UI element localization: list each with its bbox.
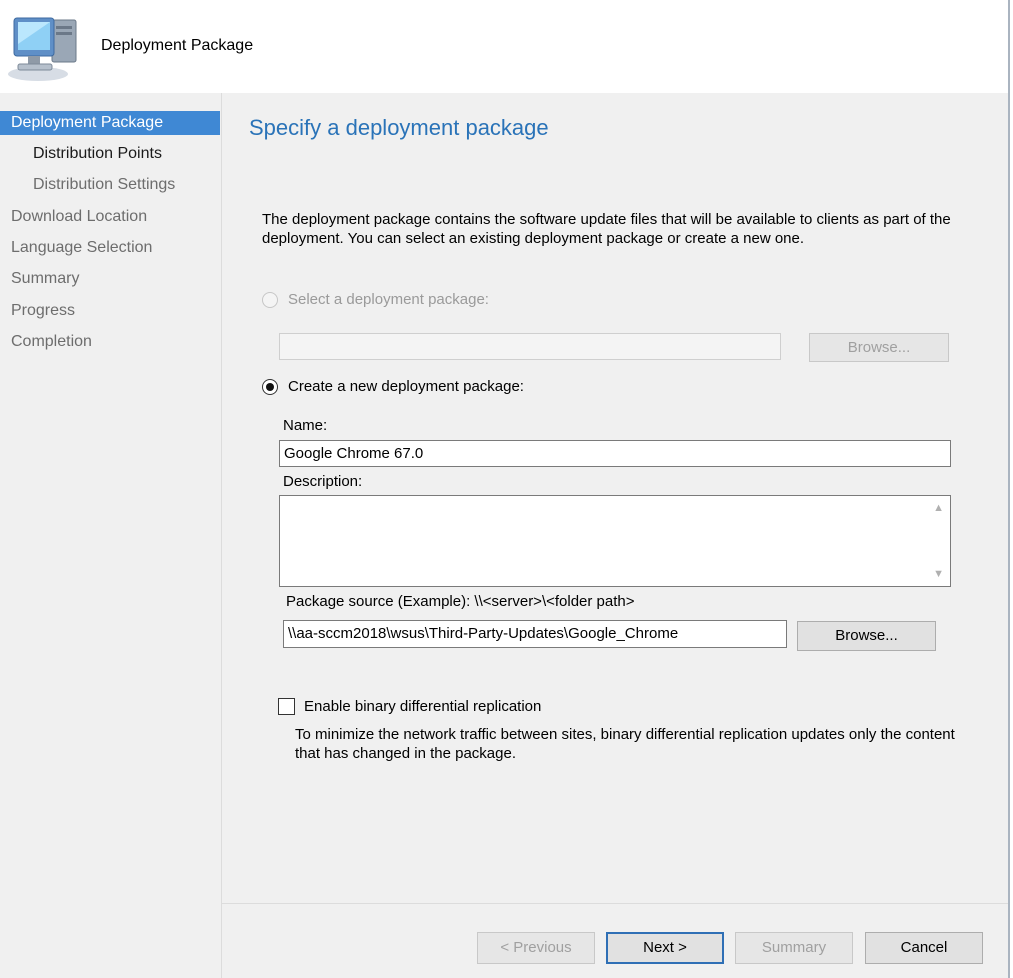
binary-replication-note: To minimize the network traffic between … [295, 726, 955, 762]
existing-package-field[interactable] [279, 333, 781, 360]
scroll-up-icon[interactable]: ▲ [933, 502, 944, 514]
scroll-down-icon[interactable]: ▼ [933, 568, 944, 580]
description-field[interactable]: ▲ ▼ [279, 495, 951, 587]
wizard-sidebar: Deployment Package Distribution Points D… [0, 93, 222, 978]
intro-text: The deployment package contains the soft… [262, 211, 951, 247]
sidebar-item-language-selection[interactable]: Language Selection [0, 236, 221, 260]
next-button[interactable]: Next > [606, 932, 724, 964]
description-label: Description: [283, 473, 363, 490]
package-source-field[interactable]: \\aa-sccm2018\wsus\Third-Party-Updates\G… [283, 620, 787, 648]
window-edge [1008, 0, 1010, 978]
sidebar-item-completion[interactable]: Completion [0, 330, 221, 354]
page-title: Specify a deployment package [249, 115, 549, 140]
binary-replication-label: Enable binary differential replication [304, 698, 542, 715]
package-source-label: Package source (Example): \\<server>\<fo… [286, 593, 635, 610]
radio-selected-dot [266, 383, 274, 391]
browse-existing-button[interactable]: Browse... [809, 333, 949, 362]
header-title: Deployment Package [101, 37, 254, 54]
browse-source-button[interactable]: Browse... [797, 621, 936, 651]
cancel-button[interactable]: Cancel [865, 932, 983, 964]
wizard-header: Deployment Package [0, 0, 1010, 93]
sidebar-item-summary[interactable]: Summary [0, 267, 221, 291]
create-package-radio[interactable] [262, 379, 278, 395]
sidebar-item-distribution-points[interactable]: Distribution Points [0, 142, 221, 166]
summary-button[interactable]: Summary [735, 932, 853, 964]
sidebar-item-deployment-package[interactable]: Deployment Package [0, 111, 220, 135]
select-package-label: Select a deployment package: [288, 291, 489, 308]
computer-icon [4, 12, 82, 82]
name-label: Name: [283, 417, 328, 434]
previous-button[interactable]: < Previous [477, 932, 595, 964]
sidebar-item-download-location[interactable]: Download Location [0, 205, 221, 229]
create-package-label: Create a new deployment package: [288, 378, 524, 395]
footer-divider [222, 903, 1008, 904]
sidebar-item-distribution-settings[interactable]: Distribution Settings [0, 173, 221, 197]
wizard-content: Specify a deployment package The deploym… [222, 93, 1008, 978]
name-field[interactable]: Google Chrome 67.0 [279, 440, 951, 467]
sidebar-item-progress[interactable]: Progress [0, 299, 221, 323]
binary-replication-checkbox[interactable] [278, 698, 295, 715]
select-package-radio[interactable] [262, 292, 278, 308]
